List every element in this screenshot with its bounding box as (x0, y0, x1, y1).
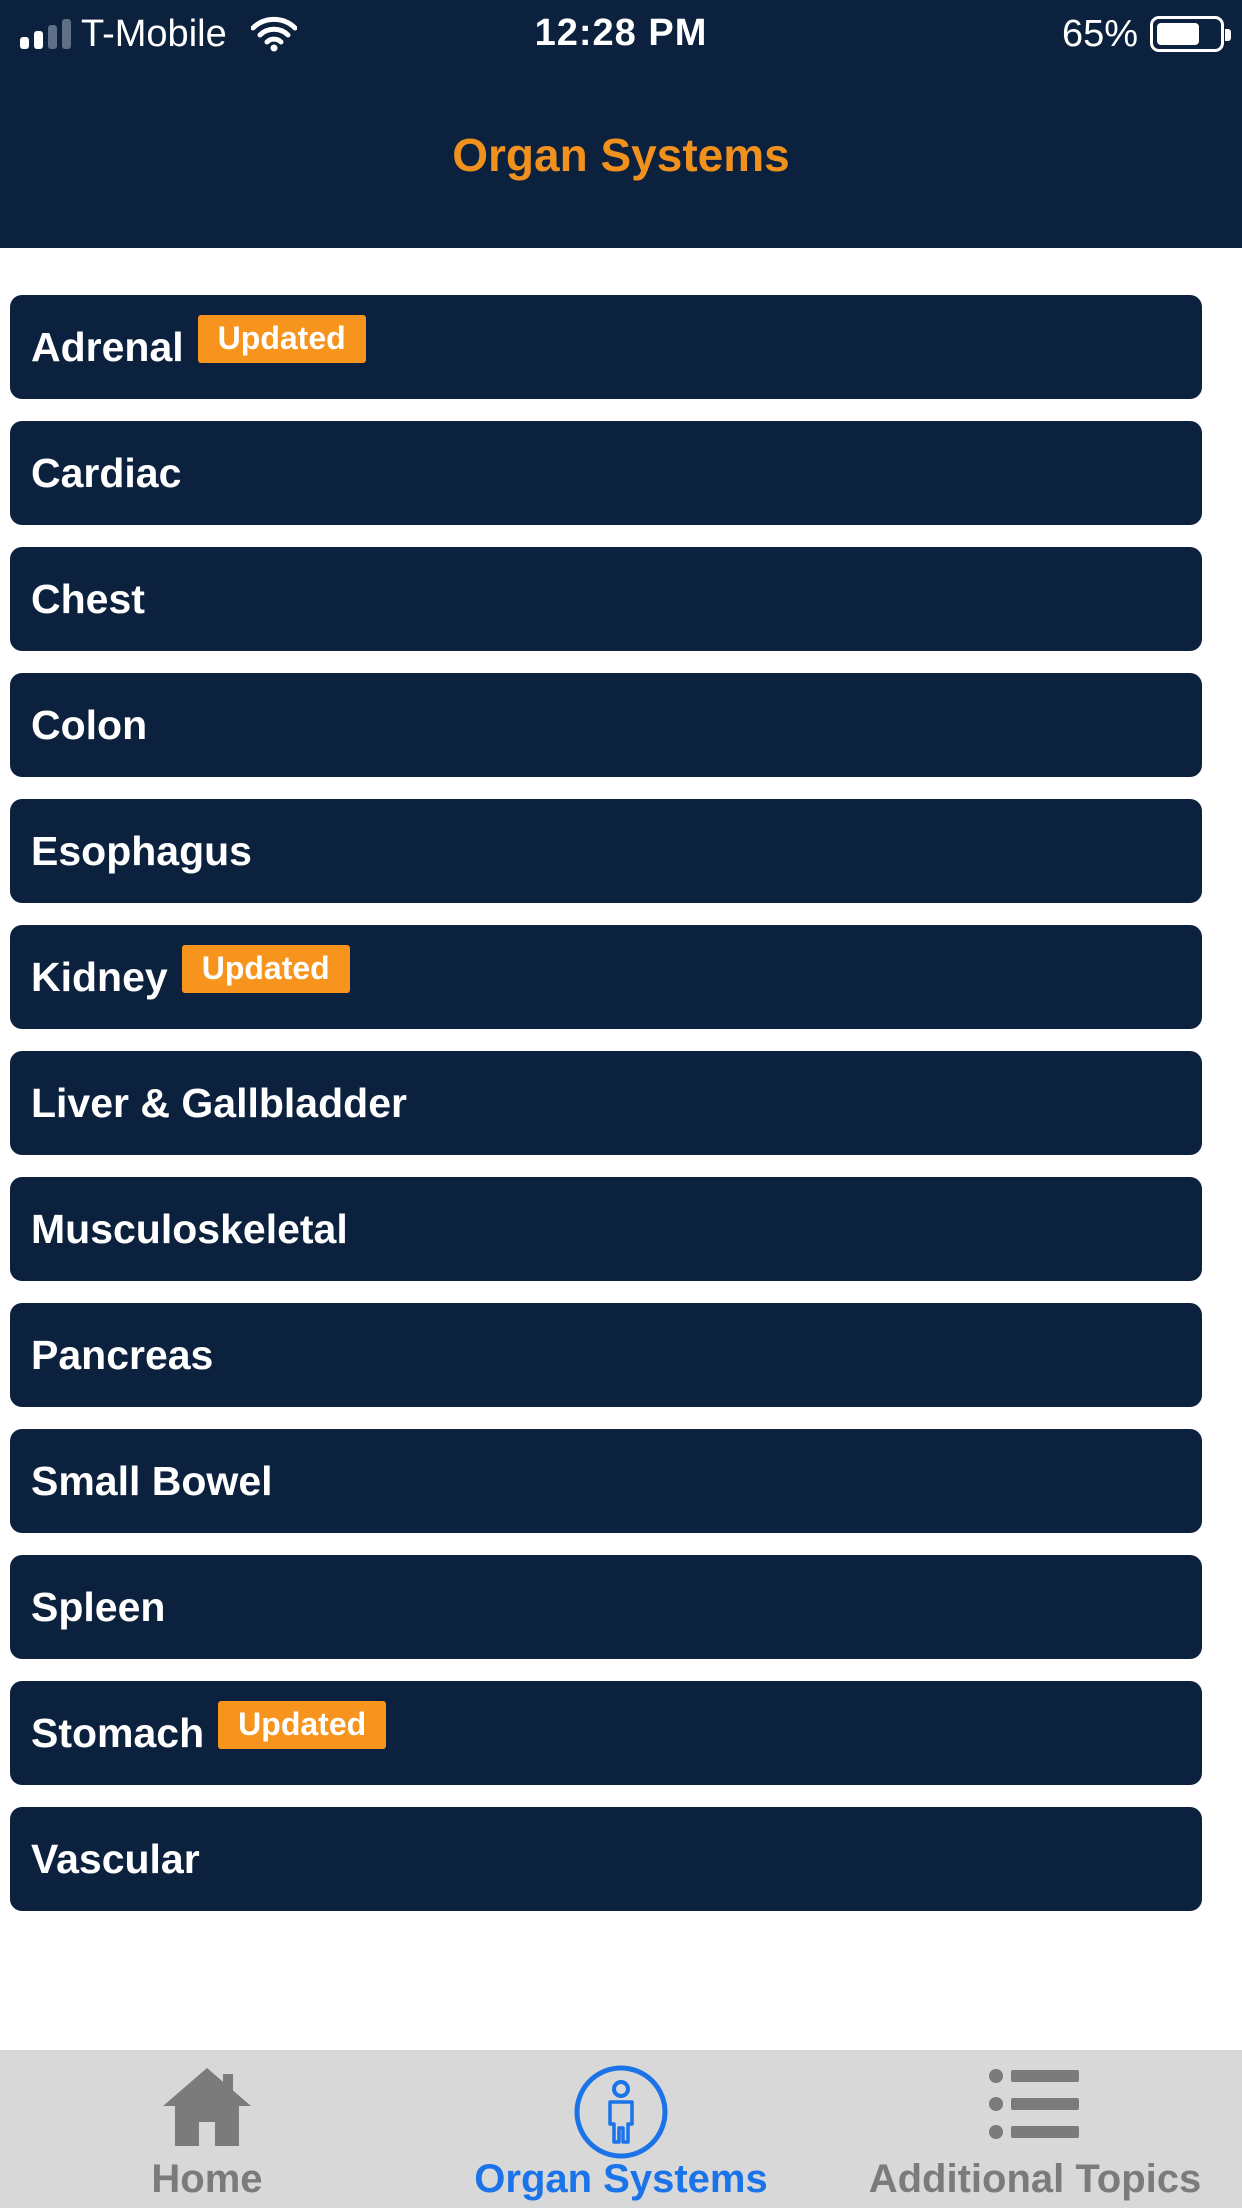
tab-additional-topics-label: Additional Topics (868, 2157, 1202, 2201)
tab-additional-topics[interactable]: Additional Topics (828, 2050, 1242, 2208)
home-icon (163, 2068, 251, 2146)
list-item[interactable]: Adrenal Updated (10, 295, 1202, 399)
list-item-label: Pancreas (31, 1331, 214, 1378)
list-item-label: Musculoskeletal (31, 1205, 348, 1252)
page-title: Organ Systems (452, 129, 790, 181)
list-item-label: Colon (31, 701, 148, 748)
top-bar: T-Mobile 12:28 PM 65% Organ Systems (0, 0, 1242, 248)
battery-percent: 65% (1061, 12, 1138, 55)
status-time: 12:28 PM (534, 12, 708, 54)
list-item[interactable]: Stomach Updated (10, 1681, 1202, 1785)
person-icon (574, 2065, 668, 2159)
list-item-label: Chest (31, 575, 145, 622)
organ-systems-list: Adrenal Updated Cardiac Chest Colon Esophagus… (10, 295, 1202, 1933)
list-item[interactable]: Kidney Updated (10, 925, 1202, 1029)
list-item[interactable]: Colon (10, 673, 1202, 777)
list-item[interactable]: Small Bowel (10, 1429, 1202, 1533)
tab-home[interactable]: Home (0, 2050, 414, 2208)
list-item[interactable]: Cardiac (10, 421, 1202, 525)
list-item-label: Adrenal (31, 323, 184, 370)
updated-badge: Updated (181, 945, 350, 993)
updated-badge: Updated (197, 315, 366, 363)
list-item-label: Stomach (31, 1709, 205, 1756)
list-item[interactable]: Pancreas (10, 1303, 1202, 1407)
tab-bar: Home Organ Systems Additional Topics (0, 2050, 1242, 2208)
list-item[interactable]: Musculoskeletal (10, 1177, 1202, 1281)
battery-icon (1150, 16, 1231, 52)
list-item[interactable]: Chest (10, 547, 1202, 651)
list-item-label: Spleen (31, 1583, 166, 1630)
list-item[interactable]: Esophagus (10, 799, 1202, 903)
list-item[interactable]: Liver & Gallbladder (10, 1051, 1202, 1155)
tab-organ-systems[interactable]: Organ Systems (414, 2050, 828, 2208)
list-icon (989, 2069, 1079, 2139)
status-right: 65% (1061, 12, 1231, 56)
list-item-label: Liver & Gallbladder (31, 1079, 407, 1126)
list-item[interactable]: Vascular (10, 1807, 1202, 1911)
list-item[interactable]: Spleen (10, 1555, 1202, 1659)
list-item-label: Kidney (31, 953, 168, 1000)
updated-badge: Updated (218, 1701, 387, 1749)
list-item-label: Esophagus (31, 827, 252, 874)
list-item-label: Cardiac (31, 449, 182, 496)
list-item-label: Vascular (31, 1835, 200, 1882)
status-bar: T-Mobile 12:28 PM 65% (0, 0, 1242, 68)
tab-home-label: Home (151, 2157, 263, 2201)
tab-organ-systems-label: Organ Systems (474, 2157, 768, 2201)
list-item-label: Small Bowel (31, 1457, 273, 1504)
